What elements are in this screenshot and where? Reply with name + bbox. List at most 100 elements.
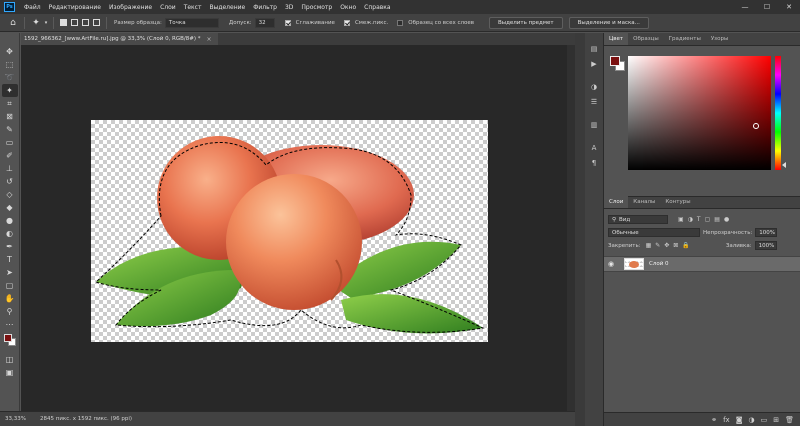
- filter-adjustment-icon[interactable]: ◑: [688, 216, 693, 223]
- crop-tool-icon[interactable]: ⌗: [2, 97, 18, 110]
- color-picker-field[interactable]: [628, 56, 771, 170]
- eye-icon[interactable]: ◉: [608, 260, 620, 268]
- pen-tool-icon[interactable]: ✒: [2, 240, 18, 253]
- new-selection-icon[interactable]: [60, 19, 67, 26]
- foreground-color-swatch[interactable]: [3, 334, 12, 342]
- layer-style-icon[interactable]: fx: [723, 416, 730, 424]
- filter-type-icon[interactable]: T: [697, 216, 701, 223]
- color-swatches[interactable]: [2, 333, 18, 349]
- layer-row[interactable]: ◉ Слой 0: [604, 256, 800, 272]
- tool-preset-chevron-icon[interactable]: ▾: [43, 16, 49, 30]
- lock-all-icon[interactable]: 🔒: [682, 242, 689, 249]
- tolerance-input[interactable]: 32: [254, 17, 275, 28]
- menu-filter[interactable]: Фильтр: [249, 4, 281, 11]
- lock-transparency-icon[interactable]: ▦: [646, 242, 652, 249]
- blur-tool-icon[interactable]: ●: [2, 214, 18, 227]
- color-picker-cursor[interactable]: [753, 123, 759, 129]
- new-group-icon[interactable]: ▭: [761, 416, 768, 424]
- dodge-tool-icon[interactable]: ◐: [2, 227, 18, 240]
- screen-mode-icon[interactable]: ▣: [2, 366, 18, 379]
- move-tool-icon[interactable]: ✥: [2, 45, 18, 58]
- filter-shape-icon[interactable]: ▢: [705, 216, 711, 223]
- menu-view[interactable]: Просмотр: [297, 4, 336, 11]
- lock-artboard-icon[interactable]: ⊠: [673, 242, 678, 249]
- quick-mask-icon[interactable]: ◫: [2, 353, 18, 366]
- menu-image[interactable]: Изображение: [105, 4, 156, 11]
- add-selection-icon[interactable]: [71, 19, 78, 26]
- filter-smart-icon[interactable]: ▤: [714, 216, 720, 223]
- menu-type[interactable]: Текст: [180, 4, 206, 11]
- intersect-selection-icon[interactable]: [93, 19, 100, 26]
- hue-slider[interactable]: [775, 56, 781, 170]
- hue-slider-handle[interactable]: [782, 162, 786, 168]
- document-tab[interactable]: 1592_966362_[www.ArtFile.ru].jpg @ 33,3%…: [21, 33, 218, 45]
- history-icon[interactable]: ▤: [587, 43, 601, 55]
- tab-swatches[interactable]: Образцы: [628, 33, 664, 45]
- delete-layer-icon[interactable]: 🗑: [785, 416, 794, 424]
- magic-wand-icon[interactable]: ✦: [29, 16, 43, 30]
- close-tab-icon[interactable]: ×: [207, 36, 212, 43]
- shape-tool-icon[interactable]: ▢: [2, 279, 18, 292]
- hand-tool-icon[interactable]: ✋: [2, 292, 18, 305]
- zoom-level[interactable]: 33,33%: [5, 416, 26, 422]
- select-and-mask-button[interactable]: Выделение и маска...: [568, 16, 649, 29]
- lock-position-icon[interactable]: ✥: [664, 242, 669, 249]
- adjustment-layer-icon[interactable]: ◑: [749, 416, 755, 424]
- close-icon[interactable]: ✕: [778, 0, 800, 14]
- fill-input[interactable]: 100%: [754, 241, 777, 250]
- actions-icon[interactable]: ▶: [587, 58, 601, 70]
- menu-layers[interactable]: Слои: [156, 4, 180, 11]
- marquee-tool-icon[interactable]: ⬚: [2, 58, 18, 71]
- menu-3d[interactable]: 3D: [281, 4, 297, 11]
- more-tools-icon[interactable]: ⋯: [2, 318, 18, 331]
- layer-mask-icon[interactable]: ◙: [736, 416, 743, 424]
- contiguous-checkbox[interactable]: [343, 19, 350, 26]
- paint-bucket-tool-icon[interactable]: ◆: [2, 201, 18, 214]
- menu-file[interactable]: Файл: [20, 4, 45, 11]
- maximize-icon[interactable]: ☐: [756, 0, 778, 14]
- menu-select[interactable]: Выделение: [205, 4, 249, 11]
- layer-filter-select[interactable]: ⚲ Вид: [608, 215, 668, 224]
- select-subject-button[interactable]: Выделить предмет: [488, 16, 563, 29]
- tab-patterns[interactable]: Узоры: [706, 33, 733, 45]
- magic-wand-tool-icon[interactable]: ✦: [1, 84, 18, 97]
- libraries-icon[interactable]: ▥: [587, 119, 601, 131]
- blend-mode-select[interactable]: Обычные: [608, 228, 700, 237]
- character-icon[interactable]: A: [587, 142, 601, 154]
- frame-tool-icon[interactable]: ⊠: [2, 110, 18, 123]
- menu-window[interactable]: Окно: [336, 4, 360, 11]
- document-canvas[interactable]: [91, 120, 488, 342]
- menu-edit[interactable]: Редактирование: [45, 4, 105, 11]
- tab-gradients[interactable]: Градиенты: [664, 33, 706, 45]
- link-layers-icon[interactable]: ⚭: [711, 416, 717, 424]
- home-icon[interactable]: ⌂: [6, 16, 20, 30]
- opacity-input[interactable]: 100%: [755, 228, 778, 237]
- brush-tool-icon[interactable]: ✐: [2, 149, 18, 162]
- lock-paint-icon[interactable]: ✎: [655, 242, 660, 249]
- sample-all-layers-checkbox[interactable]: [397, 19, 404, 26]
- history-brush-tool-icon[interactable]: ↺: [2, 175, 18, 188]
- subtract-selection-icon[interactable]: [82, 19, 89, 26]
- eraser-tool-icon[interactable]: ◇: [2, 188, 18, 201]
- healing-brush-tool-icon[interactable]: ▭: [2, 136, 18, 149]
- paragraph-icon[interactable]: ¶: [587, 157, 601, 169]
- zoom-tool-icon[interactable]: ⚲: [2, 305, 18, 318]
- foreground-color[interactable]: [610, 56, 620, 66]
- lasso-tool-icon[interactable]: ➰: [2, 71, 18, 84]
- layer-name[interactable]: Слой 0: [649, 261, 669, 267]
- tab-layers[interactable]: Слои: [604, 196, 629, 208]
- filter-pixel-icon[interactable]: ▣: [678, 216, 684, 223]
- antialias-checkbox[interactable]: [284, 19, 291, 26]
- clone-stamp-tool-icon[interactable]: ⊥: [2, 162, 18, 175]
- filter-toggle-icon[interactable]: ●: [724, 216, 729, 223]
- sample-size-select[interactable]: Точка: [164, 17, 219, 28]
- vertical-scrollbar[interactable]: [567, 45, 575, 411]
- tab-paths[interactable]: Контуры: [660, 196, 695, 208]
- minimize-icon[interactable]: —: [734, 0, 756, 14]
- properties-icon[interactable]: ☰: [587, 96, 601, 108]
- path-selection-tool-icon[interactable]: ➤: [2, 266, 18, 279]
- canvas-area[interactable]: [21, 45, 575, 411]
- type-tool-icon[interactable]: T: [2, 253, 18, 266]
- tab-channels[interactable]: Каналы: [628, 196, 660, 208]
- adjustments-icon[interactable]: ◑: [587, 81, 601, 93]
